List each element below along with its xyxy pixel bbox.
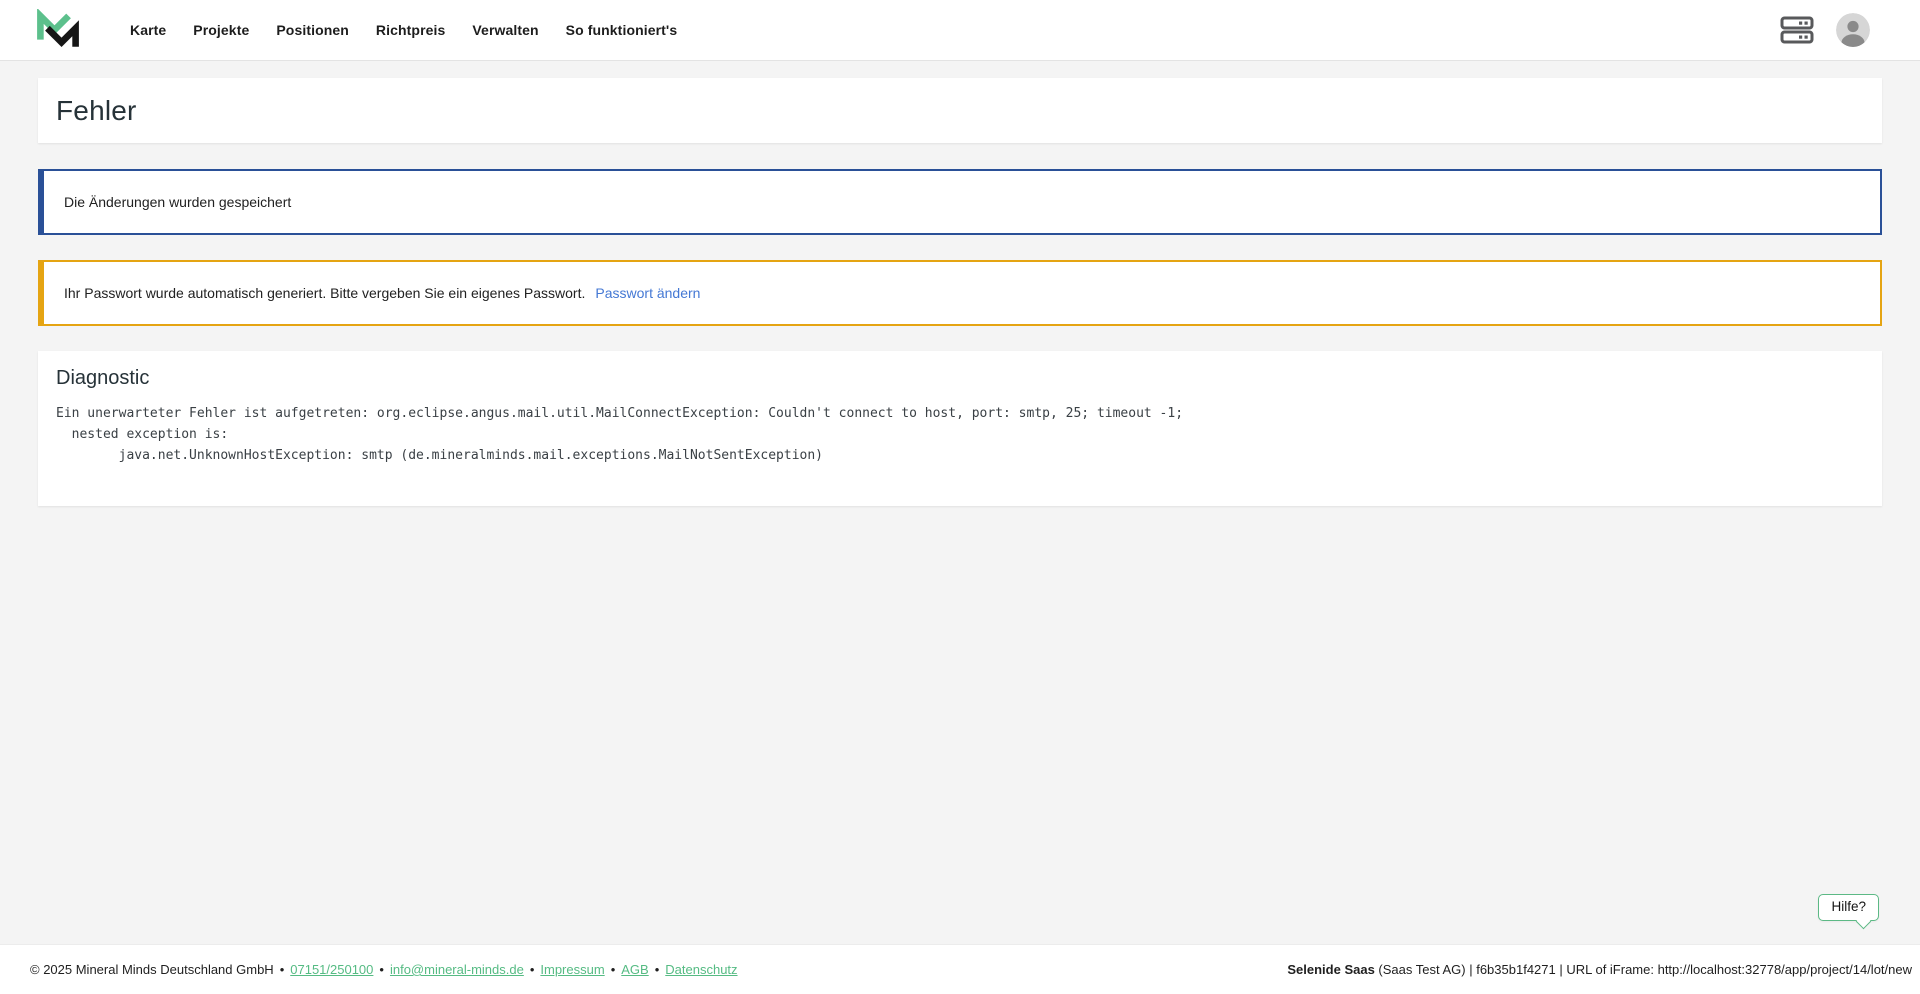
success-alert: Die Änderungen wurden gespeichert — [38, 169, 1882, 235]
help-button[interactable]: Hilfe? — [1818, 894, 1879, 921]
nav-item-projekte[interactable]: Projekte — [193, 22, 249, 38]
tenant-info: (Saas Test AG) | f6b35b1f4271 | URL of i… — [1375, 962, 1912, 977]
top-nav-bar: Karte Projekte Positionen Richtpreis Ver… — [0, 0, 1920, 61]
page-title: Fehler — [56, 95, 137, 127]
main-nav: Karte Projekte Positionen Richtpreis Ver… — [130, 22, 677, 38]
mineral-minds-logo-icon — [36, 9, 80, 51]
footer-separator: • — [379, 962, 384, 977]
nav-item-positionen[interactable]: Positionen — [276, 22, 349, 38]
footer-link-agb[interactable]: AGB — [621, 962, 648, 977]
main-content: Fehler Die Änderungen wurden gespeichert… — [0, 61, 1920, 506]
nav-item-so-funktionierts[interactable]: So funktioniert's — [566, 22, 678, 38]
copyright-text: © 2025 Mineral Minds Deutschland GmbH — [30, 962, 274, 977]
success-alert-text: Die Änderungen wurden gespeichert — [64, 194, 291, 210]
footer-separator: • — [280, 962, 285, 977]
footer-link-phone[interactable]: 07151/250100 — [290, 962, 373, 977]
diagnostic-title: Diagnostic — [56, 367, 1864, 390]
footer: © 2025 Mineral Minds Deutschland GmbH • … — [0, 944, 1920, 994]
footer-right: Selenide Saas (Saas Test AG) | f6b35b1f4… — [1287, 962, 1912, 977]
diagnostic-text: Ein unerwarteter Fehler ist aufgetreten:… — [56, 403, 1864, 466]
footer-separator: • — [530, 962, 535, 977]
footer-left: © 2025 Mineral Minds Deutschland GmbH • … — [30, 962, 738, 977]
footer-separator: • — [655, 962, 660, 977]
nav-item-karte[interactable]: Karte — [130, 22, 166, 38]
footer-link-impressum[interactable]: Impressum — [540, 962, 604, 977]
page-title-card: Fehler — [38, 78, 1882, 143]
warning-alert-text: Ihr Passwort wurde automatisch generiert… — [64, 285, 585, 301]
footer-link-email[interactable]: info@mineral-minds.de — [390, 962, 524, 977]
footer-separator: • — [611, 962, 616, 977]
nav-item-verwalten[interactable]: Verwalten — [472, 22, 538, 38]
footer-link-datenschutz[interactable]: Datenschutz — [665, 962, 737, 977]
change-password-link[interactable]: Passwort ändern — [595, 285, 700, 301]
server-terminal-icon[interactable] — [1780, 15, 1814, 45]
mineral-minds-logo[interactable] — [36, 9, 80, 51]
account-avatar-icon[interactable] — [1836, 13, 1870, 47]
password-warning-alert: Ihr Passwort wurde automatisch generiert… — [38, 260, 1882, 326]
help-button-label: Hilfe? — [1831, 899, 1866, 914]
tenant-name: Selenide Saas — [1287, 962, 1374, 977]
header-icons — [1780, 13, 1920, 47]
diagnostic-card: Diagnostic Ein unerwarteter Fehler ist a… — [38, 351, 1882, 506]
nav-item-richtpreis[interactable]: Richtpreis — [376, 22, 445, 38]
